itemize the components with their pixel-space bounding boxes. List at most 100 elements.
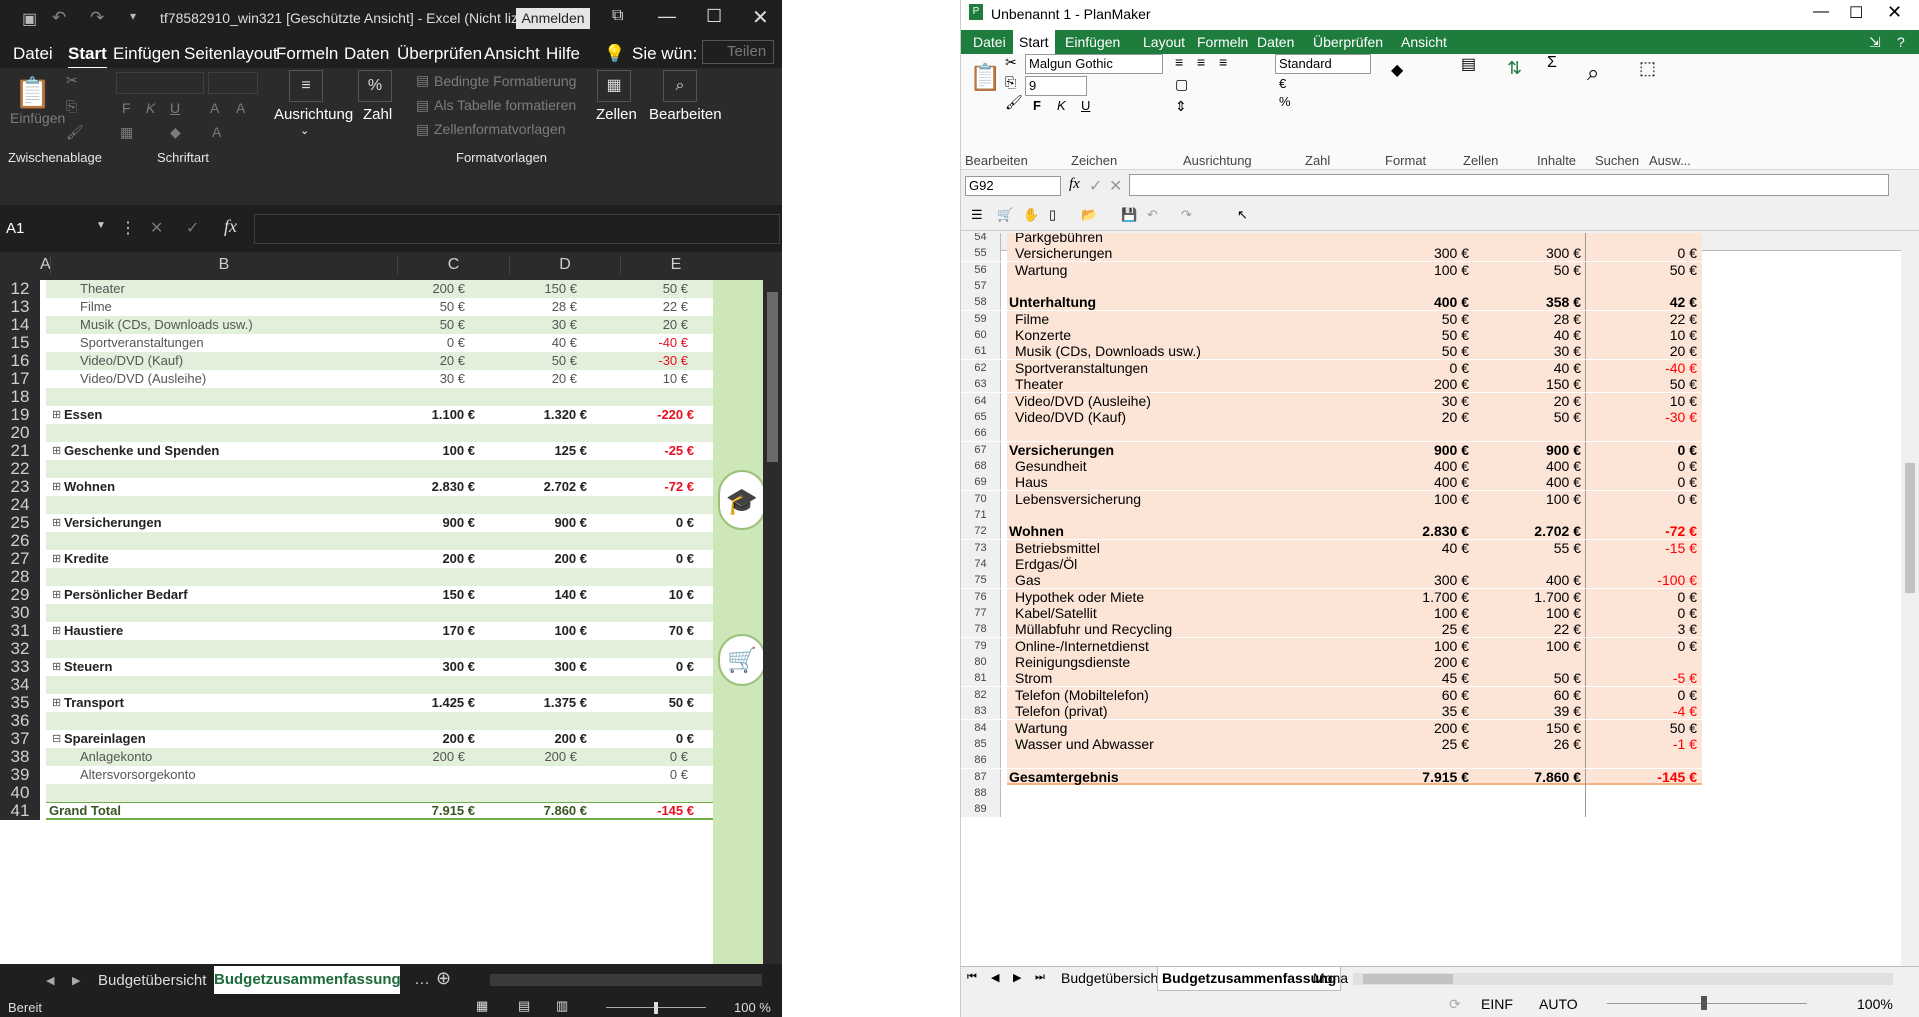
pm-cell-b[interactable]: Theater	[1015, 376, 1063, 392]
row-header[interactable]: 15	[0, 334, 40, 352]
col-header-e[interactable]: E	[620, 256, 731, 274]
pm-cell-c[interactable]: 200 €	[1361, 654, 1473, 670]
expand-icon[interactable]: ⊞	[52, 478, 61, 496]
row-header[interactable]: 34	[0, 676, 40, 694]
pm-cell-c[interactable]: 20 €	[1361, 409, 1473, 425]
format-table-icon[interactable]: ▤	[416, 97, 429, 114]
cell-b[interactable]: Video/DVD (Kauf)	[80, 352, 183, 370]
cell-d[interactable]: 40 €	[509, 334, 577, 352]
cell-c[interactable]	[397, 568, 465, 586]
font-color-icon[interactable]: A	[212, 124, 221, 140]
pm-cell-d[interactable]	[1473, 507, 1585, 523]
pm-row-header[interactable]: 56	[961, 261, 1001, 278]
alignment-label[interactable]: Ausrichtung	[274, 106, 353, 123]
font-grow-icon[interactable]: A	[210, 100, 219, 116]
pm-cell-c[interactable]: 400 €	[1361, 474, 1473, 490]
pm-cell-e[interactable]	[1585, 278, 1701, 294]
pm-redo-icon[interactable]: ↷	[1181, 207, 1192, 223]
pm-row-header[interactable]: 71	[961, 506, 1001, 523]
pm-italic-icon[interactable]: K	[1057, 98, 1066, 113]
pm-cell-b[interactable]: Musik (CDs, Downloads usw.)	[1015, 343, 1201, 359]
row-header[interactable]: 14	[0, 316, 40, 334]
pm-cell-c[interactable]	[1361, 507, 1473, 523]
pm-paste-icon[interactable]: 📋	[969, 62, 1001, 93]
pm-cell-e[interactable]: 50 €	[1585, 262, 1701, 278]
pm-cell-d[interactable]	[1473, 556, 1585, 572]
tab-einfuegen[interactable]: Einfügen	[113, 44, 180, 64]
pm-cell-b[interactable]: Gas	[1015, 572, 1041, 588]
pm-cell-b[interactable]: Müllabfuhr und Recycling	[1015, 621, 1172, 637]
pm-cell-e[interactable]: 3 €	[1585, 621, 1701, 637]
pm-cell-c[interactable]: 100 €	[1361, 605, 1473, 621]
next-sheet-icon[interactable]: ▶	[72, 974, 80, 987]
chevron-down-icon[interactable]: ⌄	[300, 124, 309, 137]
pm-cell-reference[interactable]: G92	[965, 176, 1061, 196]
cell-d[interactable]: 100 €	[509, 622, 587, 640]
pm-save-icon[interactable]: 💾	[1121, 207, 1137, 223]
copy-icon[interactable]: ⎘	[66, 98, 77, 115]
pm-number-format[interactable]: Standard	[1275, 54, 1371, 74]
cell-c[interactable]	[397, 424, 465, 442]
lightbulb-icon[interactable]: 💡	[604, 44, 625, 64]
pm-cell-e[interactable]: 20 €	[1585, 343, 1701, 359]
pm-scrollbar-thumb[interactable]	[1905, 463, 1915, 593]
pm-function-icon[interactable]: fx	[1069, 176, 1080, 193]
cell-b[interactable]: Filme	[80, 298, 112, 316]
pm-cell-c[interactable]	[1361, 752, 1473, 768]
chevron-down-icon[interactable]: ▼	[96, 220, 106, 231]
pm-tab-ueberpruefen[interactable]: Überprüfen	[1313, 34, 1383, 50]
pm-cell-d[interactable]: 20 €	[1473, 393, 1585, 409]
pm-cell-e[interactable]: 50 €	[1585, 720, 1701, 736]
pm-tab-start[interactable]: Start	[1013, 30, 1055, 54]
pm-cell-b[interactable]: Strom	[1015, 670, 1052, 686]
pm-font-size[interactable]: 9	[1025, 76, 1087, 96]
search-icon[interactable]: ⌕	[663, 70, 697, 102]
pm-cell-c[interactable]: 50 €	[1361, 311, 1473, 327]
pm-cell-d[interactable]: 100 €	[1473, 638, 1585, 654]
cell-c[interactable]	[397, 532, 465, 550]
cell-e[interactable]: 0 €	[620, 748, 688, 766]
cell-c[interactable]: 200 €	[397, 280, 465, 298]
cell-c[interactable]: 7.915 €	[397, 802, 475, 820]
pm-row-header[interactable]: 59	[961, 310, 1001, 327]
pm-help-icon[interactable]: ?	[1897, 34, 1905, 50]
pm-cell-b[interactable]: Wartung	[1015, 720, 1067, 736]
pm-cell-e[interactable]	[1585, 507, 1701, 523]
underline-icon[interactable]: U	[170, 100, 180, 116]
pm-cell-c[interactable]: 400 €	[1361, 458, 1473, 474]
pm-row-header[interactable]: 58	[961, 294, 1001, 311]
expand-icon[interactable]: ⊞	[52, 514, 61, 532]
cell-d[interactable]: 20 €	[509, 370, 577, 388]
pm-cell-e[interactable]	[1585, 801, 1701, 817]
pm-border-icon[interactable]: ▢	[1175, 76, 1188, 93]
pm-cell-e[interactable]: -15 €	[1585, 540, 1701, 556]
pm-cell-d[interactable]: 26 €	[1473, 736, 1585, 752]
pm-maximize-icon[interactable]: ☐	[1849, 3, 1863, 23]
cell-e[interactable]	[620, 532, 688, 550]
expand-icon[interactable]: ⊞	[52, 550, 61, 568]
pm-fill-icon[interactable]: ◆	[1391, 60, 1403, 80]
cell-d[interactable]: 50 €	[509, 352, 577, 370]
pm-row-header[interactable]: 62	[961, 359, 1001, 376]
pm-cell-d[interactable]	[1473, 278, 1585, 294]
pm-row-header[interactable]: 73	[961, 539, 1001, 556]
cell-styles-icon[interactable]: ▤	[416, 121, 429, 138]
cell-e[interactable]: -40 €	[620, 334, 688, 352]
pm-cell-b[interactable]: Gesundheit	[1015, 458, 1087, 474]
row-header[interactable]: 37	[0, 730, 40, 748]
cell-d[interactable]	[509, 784, 577, 802]
cell-e[interactable]	[620, 496, 688, 514]
cell-e[interactable]	[620, 784, 688, 802]
pm-row-header[interactable]: 79	[961, 637, 1001, 654]
cancel-icon[interactable]: ✕	[150, 218, 163, 238]
format-painter-icon[interactable]: 🖌	[66, 124, 84, 141]
pm-row-header[interactable]: 55	[961, 245, 1001, 262]
cell-d[interactable]: 150 €	[509, 280, 577, 298]
pm-row-header[interactable]: 64	[961, 392, 1001, 409]
cell-e[interactable]: 50 €	[620, 280, 688, 298]
pm-tab-einfuegen[interactable]: Einfügen	[1065, 34, 1120, 50]
pm-cell-d[interactable]: 55 €	[1473, 540, 1585, 556]
pm-cell-e[interactable]: -145 €	[1585, 769, 1701, 785]
pm-tab-formeln[interactable]: Formeln	[1197, 34, 1248, 50]
pm-cell-b[interactable]: Unterhaltung	[1009, 294, 1096, 310]
